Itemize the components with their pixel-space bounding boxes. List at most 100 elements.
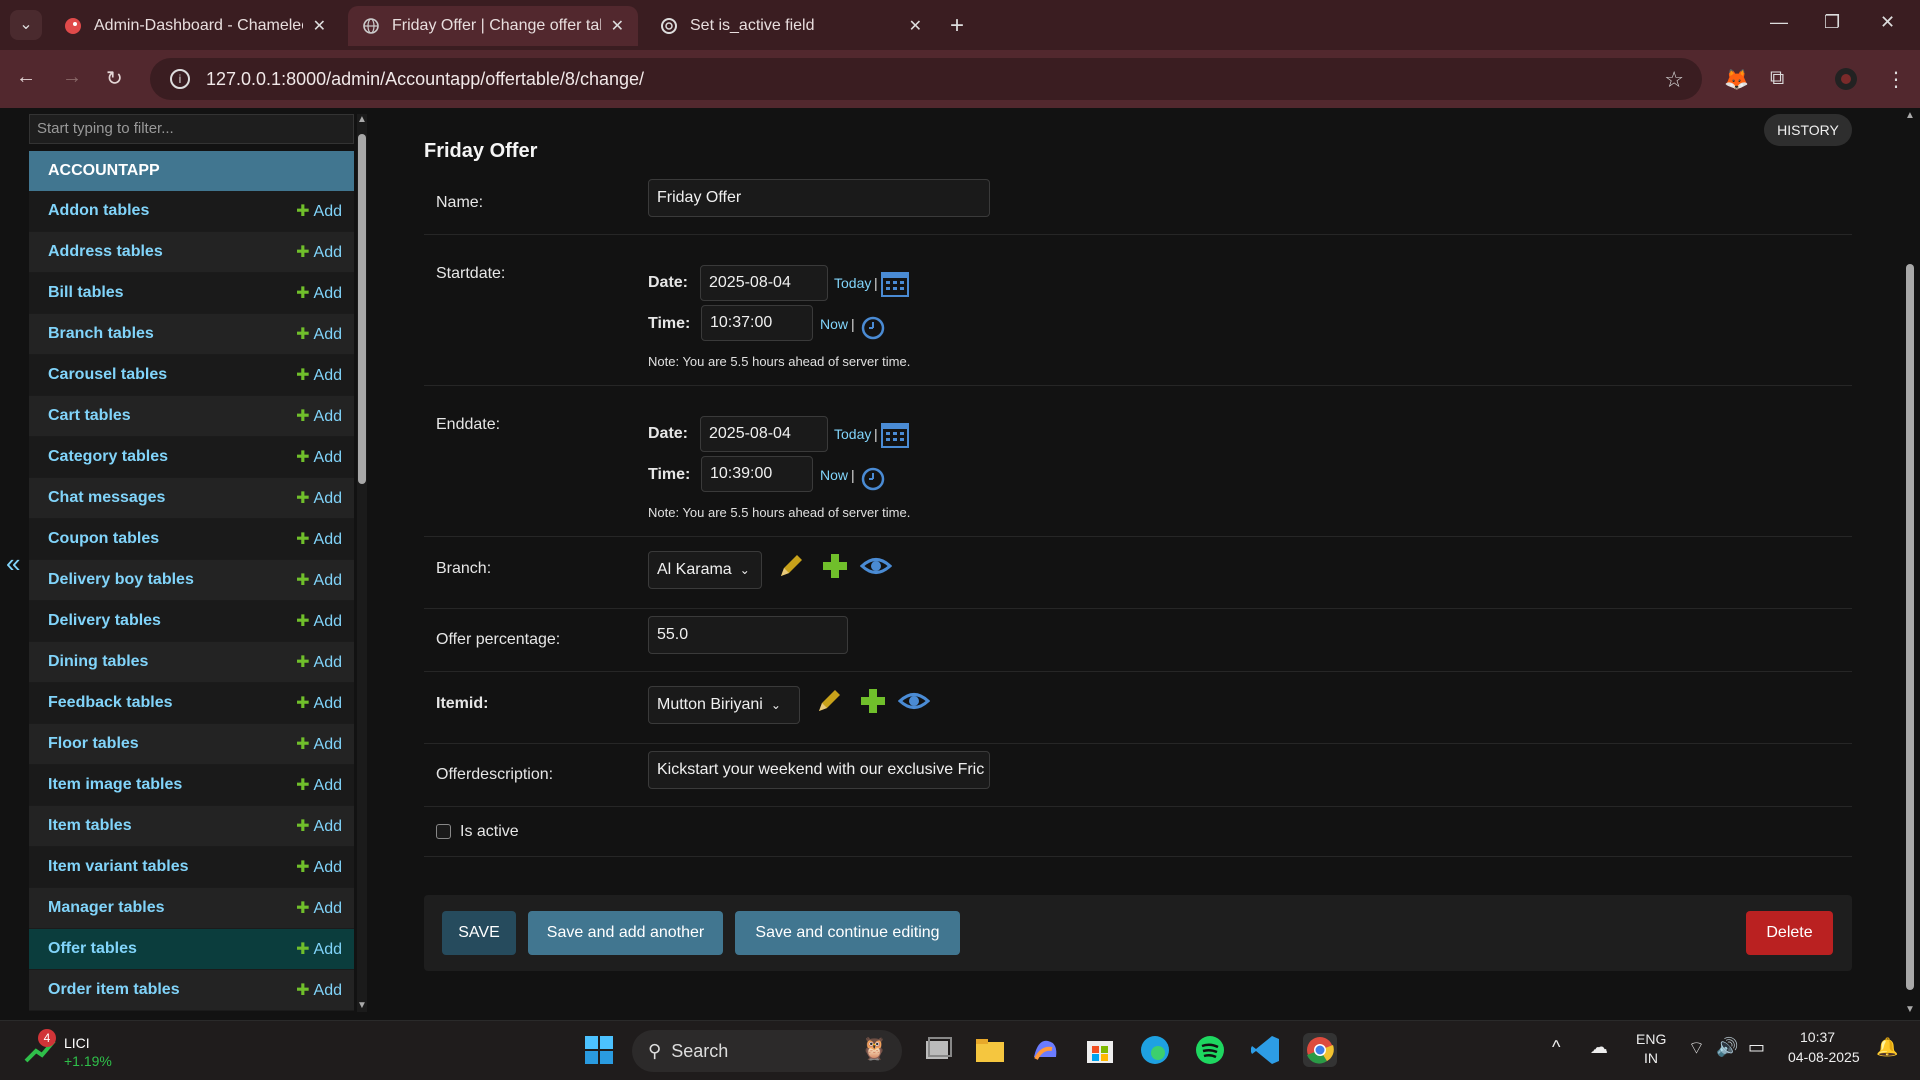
sidebar-model-link[interactable]: Bill tables <box>48 284 296 302</box>
file-explorer-icon[interactable] <box>973 1033 1007 1067</box>
clock-time[interactable]: 10:37 <box>1800 1029 1835 1045</box>
app-caption-accountapp[interactable]: ACCOUNTAPP <box>29 151 354 191</box>
sidebar-model-link[interactable]: Dining tables <box>48 653 296 671</box>
add-model-link[interactable]: ✚ Add <box>296 980 342 1000</box>
bookmark-star-icon[interactable]: ☆ <box>1664 67 1684 93</box>
sidebar-model-link[interactable]: Address tables <box>48 243 296 261</box>
copilot-icon[interactable] <box>1028 1033 1062 1067</box>
sidebar-model-link[interactable]: Delivery boy tables <box>48 571 296 589</box>
calendar-icon[interactable] <box>880 419 910 454</box>
delete-button[interactable]: Delete <box>1746 911 1833 955</box>
close-window-button[interactable]: ✕ <box>1880 12 1895 33</box>
sidebar-model-link[interactable]: Chat messages <box>48 489 296 507</box>
add-model-link[interactable]: ✚ Add <box>296 734 342 754</box>
sidebar-model-link[interactable]: Branch tables <box>48 325 296 343</box>
browser-menu-icon[interactable]: ⋮ <box>1886 67 1906 92</box>
sidebar-model-link[interactable]: Item variant tables <box>48 858 296 876</box>
clock-icon[interactable] <box>860 315 886 346</box>
fox-extension-icon[interactable]: 🦊 <box>1724 67 1749 92</box>
calendar-icon[interactable] <box>880 268 910 303</box>
browser-tab-admin-dashboard[interactable]: Admin-Dashboard - Chameleon ✕ <box>50 6 340 46</box>
microsoft-store-icon[interactable] <box>1083 1033 1117 1067</box>
add-model-link[interactable]: ✚ Add <box>296 242 342 262</box>
offerdescription-input[interactable]: Kickstart your weekend with our exclusiv… <box>648 751 990 789</box>
view-eye-icon[interactable] <box>859 551 893 586</box>
change-pencil-icon[interactable] <box>776 551 806 586</box>
add-model-link[interactable]: ✚ Add <box>296 857 342 877</box>
vscode-icon[interactable] <box>1248 1033 1282 1067</box>
sidebar-model-link[interactable]: Item image tables <box>48 776 296 794</box>
close-tab-icon[interactable]: ✕ <box>909 16 922 36</box>
startdate-date-input[interactable]: 2025-08-04 <box>700 265 828 301</box>
is-active-checkbox[interactable] <box>436 824 451 839</box>
add-model-link[interactable]: ✚ Add <box>296 652 342 672</box>
clock-icon[interactable] <box>860 466 886 497</box>
add-model-link[interactable]: ✚ Add <box>296 201 342 221</box>
restore-window-button[interactable]: ❐ <box>1824 12 1840 33</box>
sidebar-filter-input[interactable]: Start typing to filter... <box>29 114 354 144</box>
sidebar-scroll-thumb[interactable] <box>358 134 366 484</box>
battery-icon[interactable]: ▭ <box>1748 1037 1765 1058</box>
branch-select[interactable]: Al Karama ⌄ <box>648 551 762 589</box>
startdate-time-input[interactable]: 10:37:00 <box>701 305 813 341</box>
clock-date[interactable]: 04-08-2025 <box>1788 1049 1860 1065</box>
site-info-icon[interactable]: i <box>170 69 190 89</box>
add-model-link[interactable]: ✚ Add <box>296 283 342 303</box>
is-active-label[interactable]: Is active <box>460 823 519 841</box>
sidebar-model-link[interactable]: Cart tables <box>48 407 296 425</box>
taskbar-search[interactable]: ⚲ Search 🦉 <box>632 1030 902 1072</box>
profile-avatar[interactable] <box>1834 67 1858 97</box>
name-input[interactable]: Friday Offer <box>648 179 990 217</box>
stock-widget[interactable]: 4 LICI +1.19% <box>24 1029 112 1070</box>
sidebar-scrollbar[interactable]: ▲ ▼ <box>357 114 367 1012</box>
wifi-icon[interactable]: ⌔ <box>1688 1037 1705 1060</box>
add-model-link[interactable]: ✚ Add <box>296 775 342 795</box>
onedrive-cloud-icon[interactable]: ☁ <box>1590 1037 1608 1058</box>
new-tab-button[interactable]: + <box>950 12 964 40</box>
notification-bell-icon[interactable]: 🔔 <box>1876 1037 1898 1058</box>
collapse-sidebar-icon[interactable]: « <box>6 548 20 579</box>
offer-percentage-input[interactable]: 55.0 <box>648 616 848 654</box>
back-arrow-icon[interactable]: ← <box>16 66 36 89</box>
add-model-link[interactable]: ✚ Add <box>296 816 342 836</box>
enddate-date-input[interactable]: 2025-08-04 <box>700 416 828 452</box>
history-button[interactable]: HISTORY <box>1764 114 1852 146</box>
sidebar-model-link[interactable]: Addon tables <box>48 202 296 220</box>
add-model-link[interactable]: ✚ Add <box>296 324 342 344</box>
browser-tab-friday-offer[interactable]: Friday Offer | Change offer tabl ✕ <box>348 6 638 46</box>
change-pencil-icon[interactable] <box>814 686 844 721</box>
scroll-down-arrow-icon[interactable]: ▼ <box>1905 1004 1915 1015</box>
add-plus-icon[interactable] <box>858 686 888 721</box>
address-bar[interactable]: i 127.0.0.1:8000/admin/Accountapp/offert… <box>150 58 1702 100</box>
sidebar-model-link[interactable]: Feedback tables <box>48 694 296 712</box>
sidebar-model-link[interactable]: Delivery tables <box>48 612 296 630</box>
sidebar-model-link[interactable]: Category tables <box>48 448 296 466</box>
extensions-puzzle-icon[interactable]: ⧉ <box>1770 67 1784 90</box>
sidebar-model-link[interactable]: Item tables <box>48 817 296 835</box>
now-link[interactable]: Now <box>820 316 848 332</box>
view-eye-icon[interactable] <box>897 686 931 721</box>
save-and-continue-editing-button[interactable]: Save and continue editing <box>735 911 960 955</box>
now-link[interactable]: Now <box>820 467 848 483</box>
add-model-link[interactable]: ✚ Add <box>296 365 342 385</box>
sidebar-model-link[interactable]: Manager tables <box>48 899 296 917</box>
volume-icon[interactable]: 🔊 <box>1716 1037 1738 1058</box>
close-tab-icon[interactable]: ✕ <box>611 16 624 36</box>
scroll-down-arrow-icon[interactable]: ▼ <box>357 1000 367 1011</box>
sidebar-model-link[interactable]: Offer tables <box>48 940 296 958</box>
today-link[interactable]: Today <box>834 426 871 442</box>
add-model-link[interactable]: ✚ Add <box>296 611 342 631</box>
add-model-link[interactable]: ✚ Add <box>296 447 342 467</box>
scroll-up-arrow-icon[interactable]: ▲ <box>357 114 367 125</box>
minimize-window-button[interactable]: — <box>1770 12 1788 33</box>
add-plus-icon[interactable] <box>820 551 850 586</box>
save-and-add-another-button[interactable]: Save and add another <box>528 911 723 955</box>
add-model-link[interactable]: ✚ Add <box>296 898 342 918</box>
scroll-up-arrow-icon[interactable]: ▲ <box>1905 110 1915 121</box>
edge-browser-icon[interactable] <box>1138 1033 1172 1067</box>
page-scrollbar[interactable]: ▲ ▼ <box>1903 108 1917 1020</box>
tab-search-button[interactable]: ⌄ <box>10 10 42 40</box>
sidebar-model-link[interactable]: Carousel tables <box>48 366 296 384</box>
add-model-link[interactable]: ✚ Add <box>296 693 342 713</box>
reload-icon[interactable]: ↻ <box>106 66 123 91</box>
